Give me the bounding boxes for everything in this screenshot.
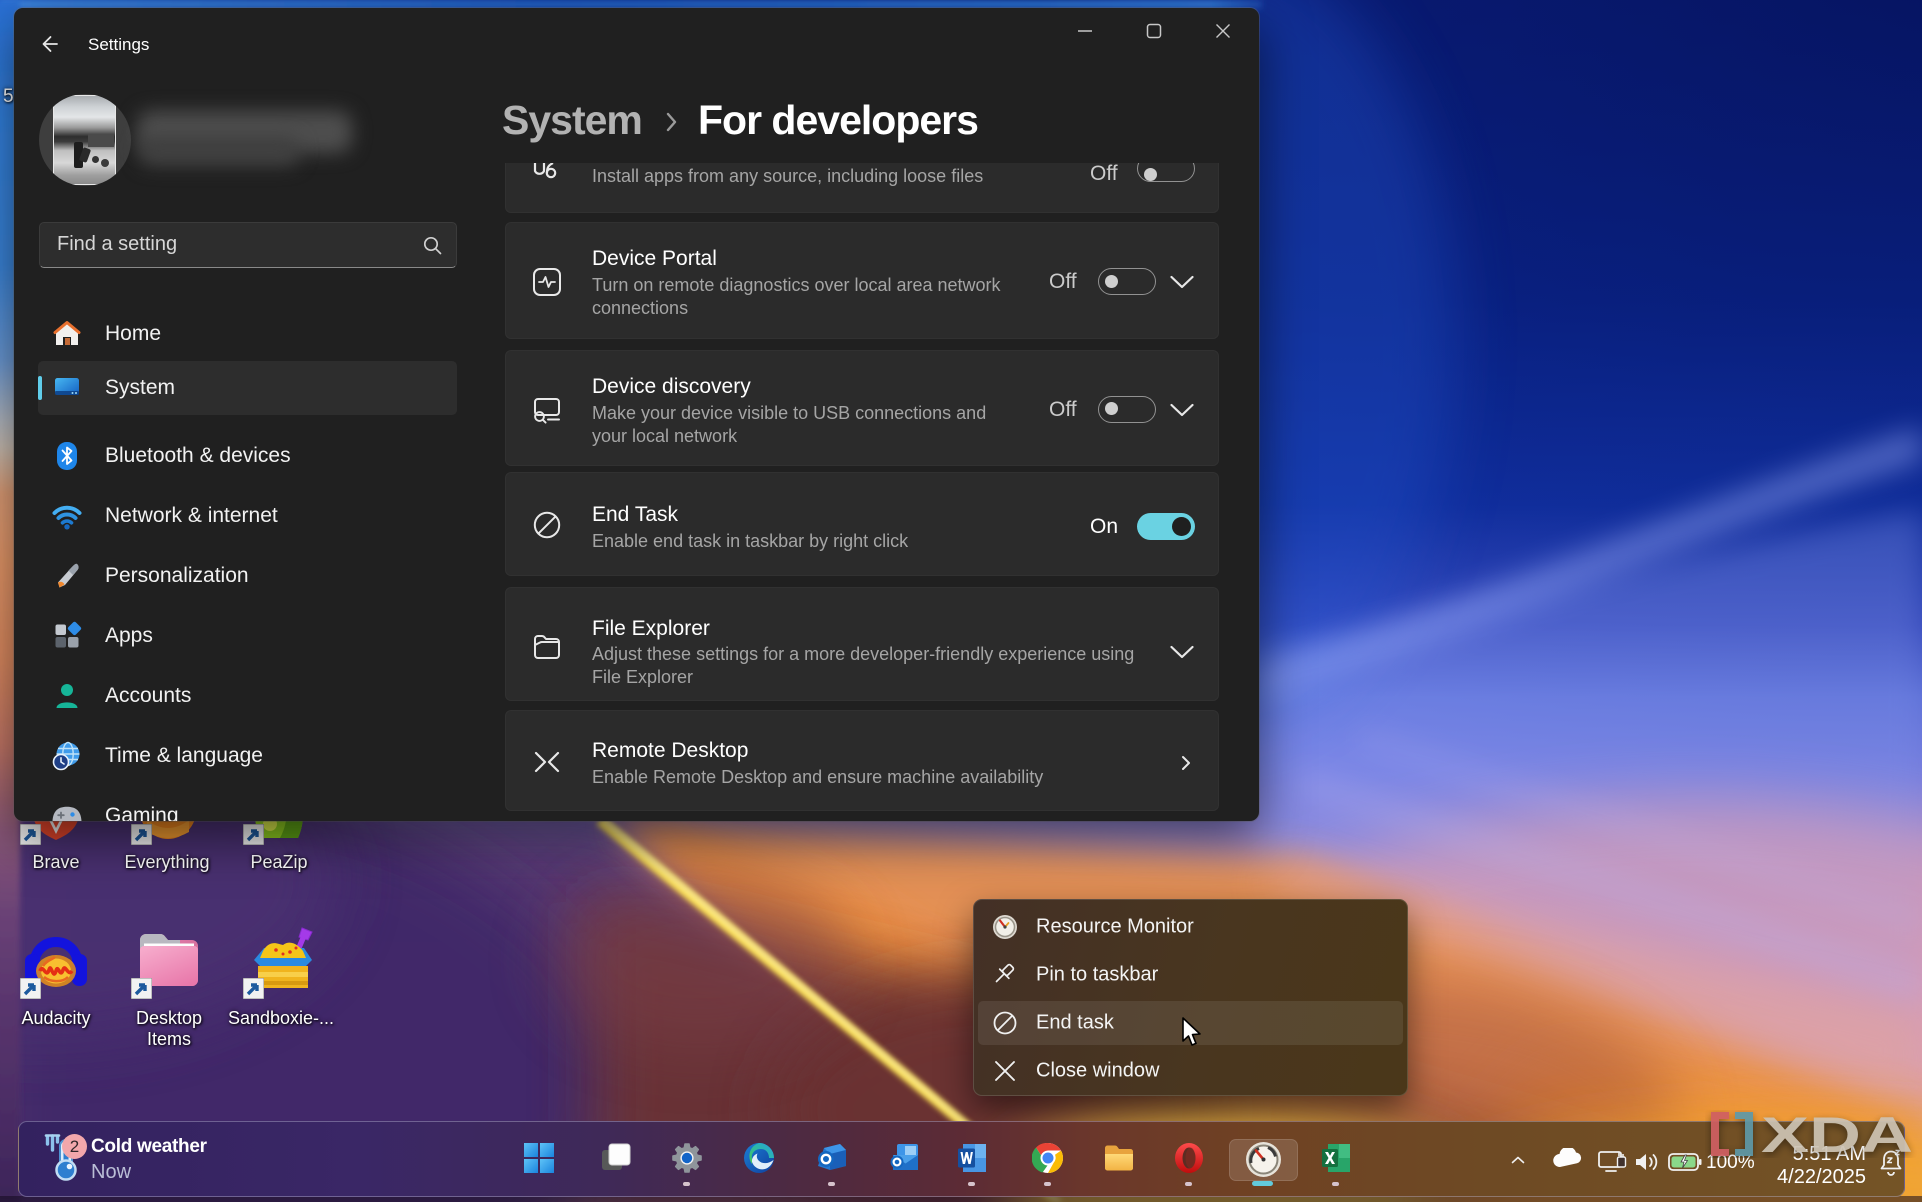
svg-text:XDA: XDA xyxy=(1761,1110,1913,1158)
